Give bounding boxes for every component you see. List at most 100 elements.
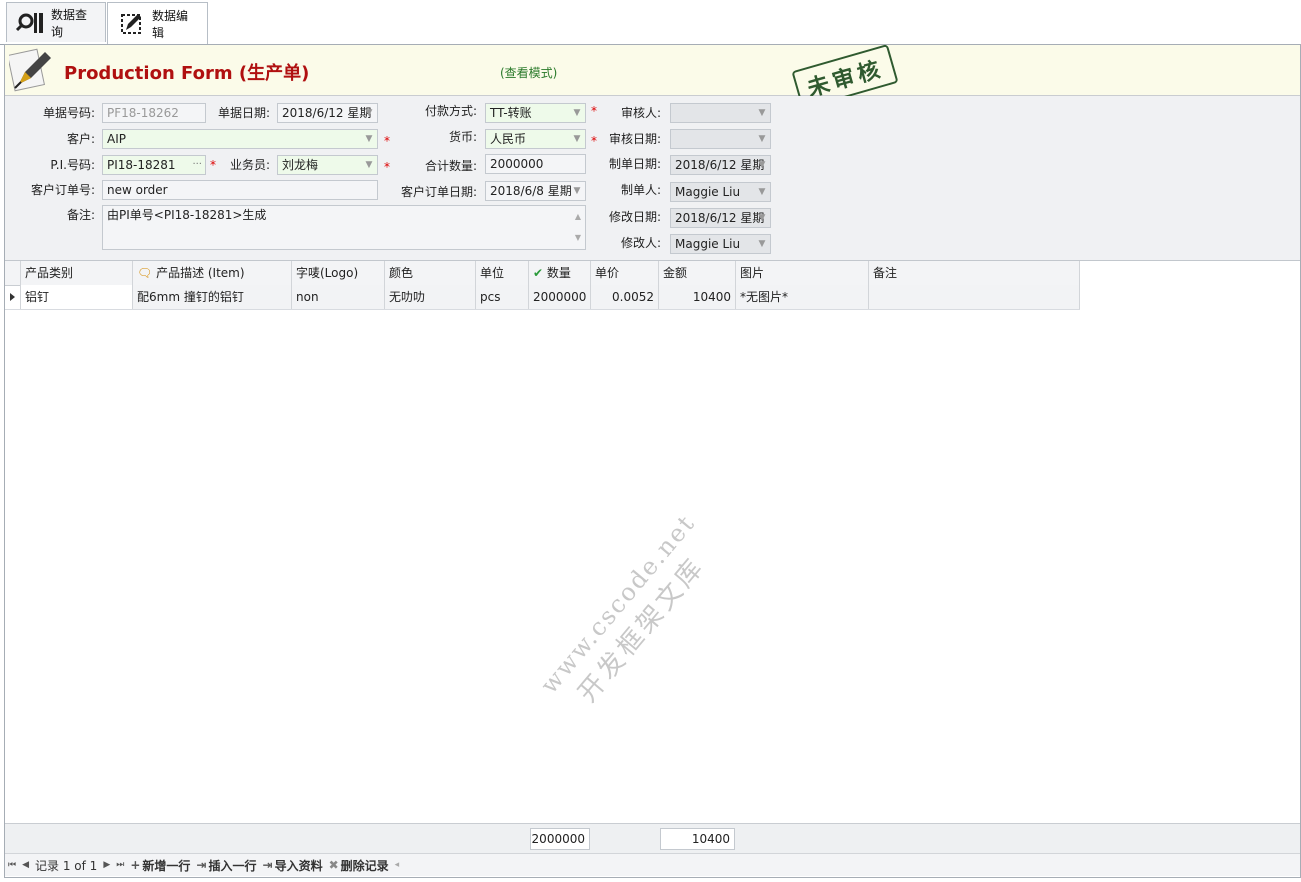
modify-date-field[interactable]: 2018/6/12 星期 ▼	[670, 208, 771, 228]
modifier-field[interactable]: Maggie Liu ▼	[670, 234, 771, 254]
table-cell[interactable]: 0.0052	[591, 285, 659, 309]
column-header[interactable]: 单价	[591, 261, 659, 285]
chevron-down-icon[interactable]: ▼	[757, 209, 767, 227]
chevron-down-icon[interactable]: ▼	[572, 104, 582, 122]
create-date-field[interactable]: 2018/6/12 星期 ▼	[670, 155, 771, 175]
column-header[interactable]: 颜色	[385, 261, 476, 285]
watermark-url: www.cscode.net	[535, 508, 701, 699]
creator-value: Maggie Liu	[675, 185, 741, 199]
approver-label: 审核人:	[620, 106, 661, 120]
customer-label: 客户:	[66, 132, 95, 146]
customer-value: AIP	[107, 132, 126, 146]
last-record-icon[interactable]: ⏭	[113, 855, 127, 875]
total-qty-field[interactable]: 2000000	[485, 154, 586, 174]
chevron-down-icon[interactable]: ▼	[364, 156, 374, 174]
column-header-label: 产品描述 (Item)	[156, 266, 245, 280]
delete-icon: ✖	[328, 858, 339, 872]
creator-field[interactable]: Maggie Liu ▼	[670, 182, 771, 202]
doc-date-value: 2018/6/12 星期	[282, 106, 372, 120]
import-button[interactable]: ⇥ 导入资料	[260, 855, 326, 875]
scroll-up-icon[interactable]: ▲	[575, 208, 581, 226]
required-mark: *	[210, 158, 216, 172]
editor-frame: Production Form (生产单) (查看模式) 未审核 单据号码: P…	[4, 43, 1301, 878]
add-row-button[interactable]: + 新增一行	[127, 855, 193, 875]
table-cell[interactable]: 配6mm 撞钉的铝钉	[133, 285, 292, 309]
table-cell[interactable]	[869, 285, 1080, 309]
column-header[interactable]: 图片	[736, 261, 869, 285]
sales-field[interactable]: 刘龙梅 ▼	[277, 155, 378, 175]
table-cell[interactable]: non	[292, 285, 385, 309]
chevron-down-icon[interactable]: ▼	[364, 104, 374, 122]
table-cell[interactable]: 无叻叻	[385, 285, 476, 309]
doc-date-field[interactable]: 2018/6/12 星期 ▼	[277, 103, 378, 123]
pi-field[interactable]: PI18-18281 ···	[102, 155, 206, 175]
column-header[interactable]: ✔ 数量	[529, 261, 591, 285]
chevron-down-icon[interactable]: ▼	[572, 130, 582, 148]
remark-textarea[interactable]: 由PI单号<PI18-18281>生成 ▲ ▼	[102, 205, 586, 250]
watermark-text: 开发框架文库	[572, 551, 712, 709]
column-header[interactable]: 字唛(Logo)	[292, 261, 385, 285]
column-header[interactable]: 🗨 产品描述 (Item)	[133, 261, 292, 285]
chevron-down-icon[interactable]: ▼	[757, 183, 767, 201]
table-cell[interactable]: pcs	[476, 285, 529, 309]
first-record-icon[interactable]: ⏮	[5, 855, 19, 875]
chevron-down-icon[interactable]: ▼	[757, 156, 767, 174]
chevron-down-icon[interactable]: ▼	[757, 130, 767, 148]
delete-record-label: 删除记录	[340, 858, 389, 873]
form-fields: 单据号码: PF18-18262 单据日期: 2018/6/12 星期 ▼ 付款方…	[5, 96, 1300, 261]
tab-label: 数据查询	[51, 7, 88, 39]
tab-label: 数据编辑	[152, 9, 189, 40]
doc-no-field[interactable]: PF18-18262	[102, 103, 206, 123]
tab-data-query[interactable]: 数据查询	[6, 2, 106, 42]
table-cell[interactable]: 10400	[659, 285, 736, 309]
currency-field[interactable]: 人民币 ▼	[485, 129, 586, 149]
required-mark: *	[591, 104, 597, 118]
cust-order-field[interactable]: new order	[102, 180, 378, 200]
customer-field[interactable]: AIP ▼	[102, 129, 378, 149]
nav-more-icon[interactable]: ◂	[392, 855, 403, 875]
column-header[interactable]: 单位	[476, 261, 529, 285]
pen-icon	[6, 48, 55, 92]
cust-order-date-field[interactable]: 2018/6/8 星期 ▼	[485, 181, 586, 201]
remark-value: 由PI单号<PI18-18281>生成	[107, 208, 267, 222]
prev-record-icon[interactable]: ◀	[19, 855, 32, 875]
modify-date-label: 修改日期:	[608, 210, 661, 224]
cust-order-label: 客户订单号:	[30, 183, 95, 197]
column-header-label: 数量	[546, 266, 571, 280]
required-mark: *	[384, 134, 390, 148]
approve-date-field[interactable]: ▼	[670, 129, 771, 149]
payment-value: TT-转账	[490, 106, 532, 120]
table-cell[interactable]: 2000000	[529, 285, 591, 309]
modify-date-value: 2018/6/12 星期	[675, 211, 765, 225]
tab-data-edit[interactable]: 数据编辑	[107, 2, 208, 45]
record-counter: 记录 1 of 1	[35, 858, 98, 873]
table-cell[interactable]: *无图片*	[736, 285, 869, 309]
column-header[interactable]: 产品类别	[21, 261, 133, 285]
column-header[interactable]: 金额	[659, 261, 736, 285]
delete-record-button[interactable]: ✖ 删除记录	[326, 855, 392, 875]
create-date-value: 2018/6/12 星期	[675, 158, 765, 172]
page-title: Production Form (生产单)	[64, 63, 310, 84]
ellipsis-icon[interactable]: ···	[192, 156, 202, 174]
comment-icon: 🗨	[137, 266, 153, 280]
create-date-label: 制单日期:	[608, 157, 661, 171]
header-indicator	[5, 261, 21, 285]
doc-no-label: 单据号码:	[42, 106, 95, 120]
payment-field[interactable]: TT-转账 ▼	[485, 103, 586, 123]
tab-bar: 数据查询 数据编辑	[0, 0, 1301, 45]
column-header[interactable]: 备注	[869, 261, 1080, 285]
insert-row-icon: ⇥	[196, 858, 207, 872]
required-mark: *	[591, 134, 597, 148]
table-row[interactable]: 铝钉 配6mm 撞钉的铝钉 non 无叻叻 pcs 2000000 0.0052…	[5, 285, 1080, 310]
insert-row-button[interactable]: ⇥ 插入一行	[193, 855, 259, 875]
chevron-down-icon[interactable]: ▼	[364, 130, 374, 148]
chevron-down-icon[interactable]: ▼	[572, 182, 582, 200]
table-cell[interactable]: 铝钉	[21, 285, 133, 309]
approver-field[interactable]: ▼	[670, 103, 771, 123]
chevron-down-icon[interactable]: ▼	[757, 104, 767, 122]
chevron-down-icon[interactable]: ▼	[757, 235, 767, 253]
total-qty-label: 合计数量:	[424, 159, 477, 173]
scroll-down-icon[interactable]: ▼	[575, 229, 581, 247]
creator-label: 制单人:	[620, 183, 661, 197]
next-record-icon[interactable]: ▶	[100, 855, 113, 875]
